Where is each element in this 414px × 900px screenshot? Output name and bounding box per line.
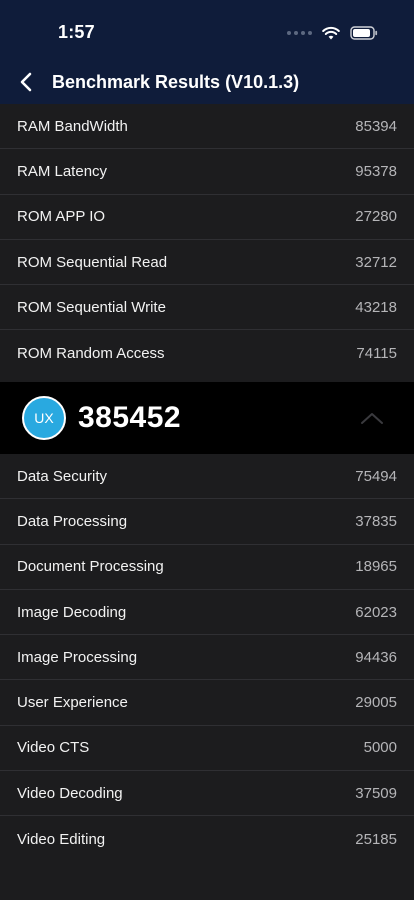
chevron-up-icon[interactable] bbox=[360, 408, 384, 428]
result-label: Document Processing bbox=[17, 558, 164, 576]
result-value: 5000 bbox=[363, 739, 397, 757]
result-value: 25185 bbox=[355, 830, 397, 848]
result-row: Video Decoding 37509 bbox=[0, 771, 414, 817]
ux-score-header[interactable]: UX 385452 bbox=[0, 382, 414, 454]
result-value: 32712 bbox=[355, 253, 397, 271]
status-bar: 1:57 bbox=[0, 0, 414, 60]
result-value: 85394 bbox=[355, 117, 397, 135]
result-label: ROM Sequential Write bbox=[17, 298, 166, 316]
result-label: RAM BandWidth bbox=[17, 117, 128, 135]
result-label: ROM Sequential Read bbox=[17, 253, 168, 271]
wifi-icon bbox=[322, 26, 340, 40]
battery-icon bbox=[350, 26, 378, 40]
result-label: ROM Random Access bbox=[17, 344, 165, 362]
header: 1:57 Benchmark Results (V10.1.3) bbox=[0, 0, 414, 104]
chevron-left-icon bbox=[20, 72, 32, 92]
result-value: 18965 bbox=[355, 558, 397, 576]
result-row: ROM Random Access 74115 bbox=[0, 330, 414, 376]
result-value: 29005 bbox=[355, 694, 397, 712]
result-value: 95378 bbox=[355, 162, 397, 180]
result-label: User Experience bbox=[17, 694, 128, 712]
nav-bar: Benchmark Results (V10.1.3) bbox=[0, 60, 414, 104]
result-row: User Experience 29005 bbox=[0, 680, 414, 726]
result-label: Data Processing bbox=[17, 512, 128, 530]
result-row: Image Decoding 62023 bbox=[0, 589, 414, 636]
back-button[interactable] bbox=[2, 60, 50, 104]
result-row: Video CTS 5000 bbox=[0, 725, 414, 772]
result-row: Image Processing 94436 bbox=[0, 635, 414, 681]
result-row: Document Processing 18965 bbox=[0, 544, 414, 590]
result-label: Video Editing bbox=[17, 830, 106, 848]
result-value: 74115 bbox=[356, 344, 397, 362]
result-row: ROM Sequential Write 43218 bbox=[0, 285, 414, 331]
status-time: 1:57 bbox=[58, 22, 95, 42]
ux-badge: UX bbox=[22, 396, 66, 440]
ux-score: 385452 bbox=[78, 401, 182, 434]
result-row: Data Security 75494 bbox=[0, 454, 414, 500]
result-label: Data Security bbox=[17, 467, 108, 485]
result-row: Data Processing 37835 bbox=[0, 499, 414, 545]
result-row: ROM APP IO 27280 bbox=[0, 194, 414, 240]
result-value: 43218 bbox=[355, 298, 397, 316]
result-value: 94436 bbox=[355, 648, 397, 666]
result-label: Image Processing bbox=[17, 648, 138, 666]
memory-results-list: RAM BandWidth 85394 RAM Latency 95378 ROM … bbox=[0, 104, 414, 376]
result-row: Video Editing 25185 bbox=[0, 816, 414, 862]
result-value: 37509 bbox=[355, 784, 397, 802]
page-title: Benchmark Results (V10.1.3) bbox=[52, 71, 300, 92]
result-label: Video CTS bbox=[17, 739, 90, 757]
result-value: 62023 bbox=[355, 603, 397, 621]
result-row: RAM BandWidth 85394 bbox=[0, 104, 414, 150]
result-value: 37835 bbox=[355, 512, 397, 530]
result-value: 27280 bbox=[355, 208, 397, 226]
cellular-dots-icon bbox=[287, 31, 312, 35]
ux-results-list: Data Security 75494 Data Processing 37835 … bbox=[0, 454, 414, 862]
result-label: Image Decoding bbox=[17, 603, 127, 621]
result-row: RAM Latency 95378 bbox=[0, 149, 414, 195]
result-label: ROM APP IO bbox=[17, 208, 106, 226]
status-icons bbox=[287, 26, 378, 40]
result-label: RAM Latency bbox=[17, 162, 108, 180]
result-label: Video Decoding bbox=[17, 784, 123, 802]
result-value: 75494 bbox=[355, 467, 397, 485]
result-row: ROM Sequential Read 32712 bbox=[0, 239, 414, 286]
